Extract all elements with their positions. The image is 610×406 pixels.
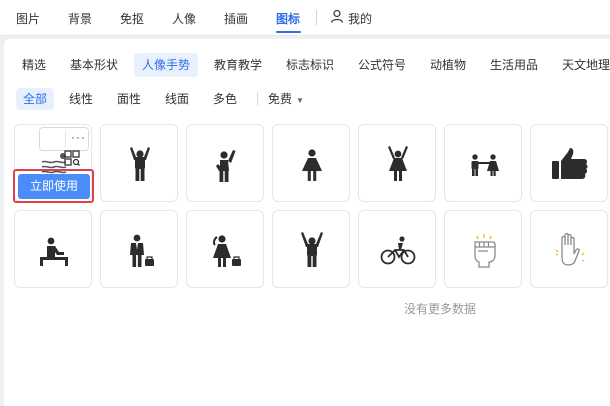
no-more-data-text: 没有更多数据 [404,302,477,316]
woman-standing-icon [302,149,322,181]
nav-item-cutouts[interactable]: 免抠 [120,10,144,27]
person-cycling-icon [380,236,416,265]
category-people-gestures[interactable]: 人像手势 [134,53,199,77]
style-line-fill[interactable]: 线面 [158,88,196,110]
category-daily-goods[interactable]: 生活用品 [482,53,546,77]
woman-cheering-icon [388,146,408,181]
style-all[interactable]: 全部 [16,88,55,110]
category-formulas[interactable]: 公式符号 [350,53,414,77]
price-filter-label: 免费 [268,92,293,106]
user-icon[interactable] [330,9,344,28]
businessman-with-bag-icon [130,234,154,267]
nav-item-icons[interactable]: 图标 [276,10,300,27]
icon-card-waving[interactable] [186,124,264,202]
person-cheering-icon [301,232,323,267]
icon-card-businessman[interactable] [100,210,178,288]
thumbs-up-icon [552,148,588,179]
category-featured[interactable]: 精选 [14,53,54,77]
icon-card-woman-cheering[interactable] [358,124,436,202]
person-reading-at-desk-icon [40,237,68,266]
active-tab-underline [276,31,301,33]
person-waving-icon [216,150,236,182]
chevron-down-icon: ▼ [296,96,304,105]
category-astronomy-geography[interactable]: 天文地理 [554,53,610,77]
icon-card-cheering[interactable] [272,210,350,288]
icon-card-woman-bag[interactable] [186,210,264,288]
more-options-icon[interactable]: ··· [71,130,86,144]
icon-card-thumbs-up[interactable] [530,124,608,202]
nav-item-backgrounds[interactable]: 背景 [68,10,92,27]
boy-girl-holding-hands-icon [471,154,499,176]
icon-card-children[interactable] [444,124,522,202]
person-arms-up-icon [130,147,150,181]
category-animals-plants[interactable]: 动植物 [422,53,474,77]
toolbar-separator [65,131,66,147]
raised-hand-icon [555,232,585,266]
style-linear[interactable]: 线性 [62,88,100,110]
category-education[interactable]: 教育教学 [206,53,270,77]
nav-item-portraits[interactable]: 人像 [172,10,196,27]
icon-card-hand[interactable] [530,210,608,288]
raised-fist-icon [474,234,496,268]
nav-item-images[interactable]: 图片 [16,10,40,27]
category-basic-shapes[interactable]: 基本形状 [62,53,126,77]
nav-divider [316,10,317,25]
use-now-button[interactable]: 立即使用 [18,174,90,199]
price-filter-dropdown[interactable]: 免费 ▼ [268,88,304,110]
card-hover-toolbar: ··· [39,127,89,166]
category-signs[interactable]: 标志标识 [278,53,342,77]
nav-item-mine[interactable]: 我的 [348,10,372,27]
top-nav: 图片 背景 免抠 人像 插画 图标 我的 [0,0,610,36]
nav-item-illustrations[interactable]: 插画 [224,10,248,27]
icon-card-arms-up[interactable] [100,124,178,202]
icon-card-woman[interactable] [272,124,350,202]
icon-card-fist[interactable] [444,210,522,288]
icon-card-cycling[interactable] [358,210,436,288]
style-multicolor[interactable]: 多色 [206,88,244,110]
woman-with-bag-icon [212,235,241,267]
style-filled[interactable]: 面性 [110,88,148,110]
icon-card-swimming[interactable]: ··· 立即使用 [14,124,92,202]
filter-divider [257,92,258,106]
icon-card-reading[interactable] [14,210,92,288]
